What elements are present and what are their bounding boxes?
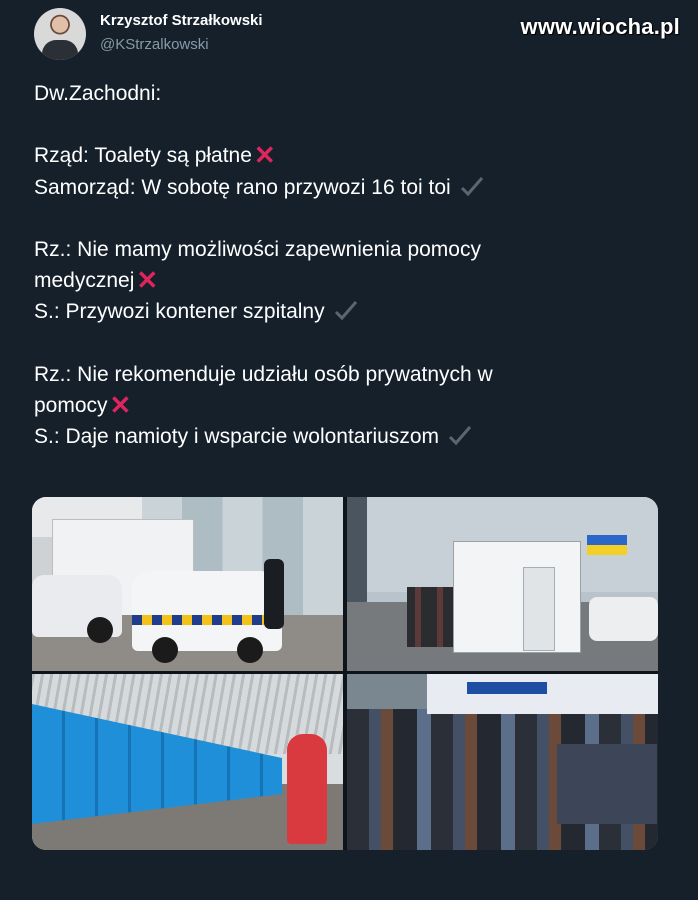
watermark: www.wiocha.pl bbox=[520, 14, 680, 39]
check-mark-icon bbox=[448, 426, 472, 446]
tweet-line: Rząd: Toalety są płatne✕ bbox=[34, 140, 276, 171]
photo-portable-toilets[interactable] bbox=[32, 674, 343, 850]
cross-mark-icon: ✕ bbox=[109, 389, 132, 420]
photo-grid bbox=[32, 497, 658, 850]
tweet-card: Krzysztof Strzałkowski @KStrzalkowski Dw… bbox=[14, 0, 680, 482]
tweet-text: Dw.Zachodni: Rząd: Toalety są płatne✕ Sa… bbox=[34, 78, 654, 452]
photo-volunteers-tent[interactable] bbox=[347, 674, 658, 850]
cross-mark-icon: ✕ bbox=[253, 140, 276, 171]
tweet-line: S.: Daje namioty i wsparcie wolontariusz… bbox=[34, 421, 654, 452]
tweet-line: Dw.Zachodni: bbox=[34, 82, 162, 105]
tweet-line: Rz.: Nie mamy możliwości zapewnienia pom… bbox=[34, 237, 481, 261]
tweet-line: Samorząd: W sobotę rano przywozi 16 toi … bbox=[34, 172, 654, 203]
author-handle[interactable]: @KStrzalkowski bbox=[100, 36, 209, 53]
tweet-line: Rz.: Nie rekomenduje udziału osób prywat… bbox=[34, 362, 493, 386]
tweet-line: pomocy✕ bbox=[34, 389, 132, 420]
cross-mark-icon: ✕ bbox=[136, 265, 159, 296]
tweet-line: S.: Przywozi kontener szpitalny bbox=[34, 296, 654, 327]
truncated-text-line bbox=[34, 474, 594, 482]
check-mark-icon bbox=[460, 176, 483, 196]
photo-hospital-container[interactable] bbox=[347, 497, 658, 671]
tweet-line: medycznej✕ bbox=[34, 265, 159, 296]
author-name[interactable]: Krzysztof Strzałkowski bbox=[100, 12, 263, 29]
photo-police-car[interactable] bbox=[32, 497, 343, 671]
check-mark-icon bbox=[334, 301, 357, 321]
screenshot-page: Krzysztof Strzałkowski @KStrzalkowski Dw… bbox=[0, 0, 698, 900]
avatar[interactable] bbox=[34, 8, 86, 60]
